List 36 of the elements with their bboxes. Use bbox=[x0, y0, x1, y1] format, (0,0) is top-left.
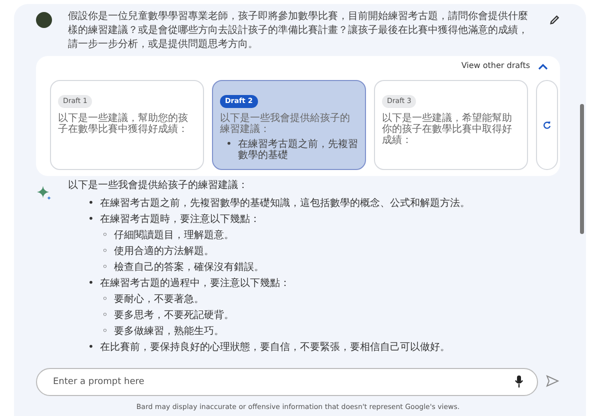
bullet-marker: • bbox=[88, 277, 95, 291]
bullet-marker: • bbox=[88, 197, 95, 211]
bullet-marker: ◦ bbox=[102, 261, 109, 275]
draft-preview: 以下是一些我會提供給孩子的練習建議： bbox=[220, 113, 351, 135]
bullet-marker: ◦ bbox=[102, 325, 109, 339]
avatar bbox=[36, 12, 52, 28]
send-icon[interactable] bbox=[546, 374, 560, 388]
bullet-marker: • bbox=[88, 341, 95, 355]
response-subbullet-text: 要多思考，不要死記硬背。 bbox=[114, 308, 234, 323]
bullet-marker: ◦ bbox=[102, 229, 109, 243]
response-intro: 以下是一些我會提供給孩子的練習建議： bbox=[68, 178, 249, 193]
response-bullet-text: 在練習考古題時，要注意以下幾點： bbox=[100, 212, 260, 227]
response-subbullet-text: 要耐心，不要著急。 bbox=[114, 292, 204, 307]
bullet-marker: ◦ bbox=[102, 245, 109, 259]
draft-preview: 以下是一些建議，希望能幫助你的孩子在數學比賽中取得好成績： bbox=[382, 113, 513, 146]
response-subbullet-text: 要多做練習，熟能生巧。 bbox=[114, 324, 224, 339]
sparkle-icon bbox=[36, 185, 52, 201]
refresh-icon bbox=[543, 121, 551, 129]
response-bullet-text: 在比賽前，要保持良好的心理狀態，要自信，不要緊張，要相信自己可以做好。 bbox=[100, 340, 450, 355]
bullet-marker: • bbox=[88, 213, 95, 227]
draft-bullet-text: 在練習考古題之前，先複習數學的基礎 bbox=[238, 139, 358, 161]
response-bullet-text: 在練習考古題的過程中，要注意以下幾點： bbox=[100, 276, 290, 291]
scrollbar[interactable] bbox=[580, 104, 584, 234]
response-subbullet-text: 使用合適的方法解題。 bbox=[114, 244, 214, 259]
microphone-icon[interactable] bbox=[514, 374, 524, 388]
bullet-marker: • bbox=[226, 139, 233, 152]
edit-icon[interactable] bbox=[549, 14, 560, 26]
draft-preview: 以下是一些建議，幫助您的孩子在數學比賽中獲得好成績： bbox=[58, 113, 189, 135]
response-subbullet-text: 仔細閱讀題目，理解題意。 bbox=[114, 228, 234, 243]
response-bullet-text: 在練習考古題之前，先複習數學的基礎知識，這包括數學的概念、公式和解題方法。 bbox=[100, 196, 470, 211]
prompt-input[interactable]: Enter a prompt here bbox=[36, 368, 538, 396]
response-subbullet-text: 檢查自己的答案，確保沒有錯誤。 bbox=[114, 260, 264, 275]
bullet-marker: ◦ bbox=[102, 309, 109, 323]
bullet-marker: ◦ bbox=[102, 293, 109, 307]
view-drafts-toggle[interactable]: View other drafts bbox=[461, 60, 548, 72]
prompt-text: 假設你是一位兒童數學學習專業老師，孩子即將參加數學比賽，目前開始練習考古題，請問你會提供什麼樣的練習建議？或是會從哪些方向去設計孩子的準備比賽計畫？讓孩子最後在比賽中獲得他滿意的成績，請一步一步分析，或是提供問題思考方向。 bbox=[68, 10, 529, 52]
